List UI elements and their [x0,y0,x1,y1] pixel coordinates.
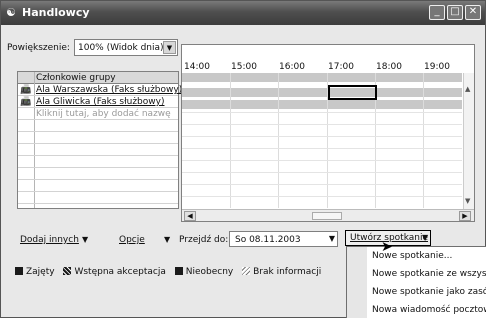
group-schedule-window: ☯ Handlowcy _ □ ✕ Powiększenie: 100% (Wi… [0,0,486,318]
vertical-scrollbar[interactable]: ▲ ▼ [463,73,474,209]
title-bar[interactable]: ☯ Handlowcy _ □ ✕ [1,1,485,25]
menu-item-new-mail[interactable]: Nowa wiadomość pocztowa... [347,301,486,318]
hour-label: 18:00 [376,62,402,72]
group-members-list: Członkowie grupy 📠 Ala Warszawska (Faks … [17,71,182,209]
tentative-swatch [63,267,72,275]
no-info-swatch [242,267,251,275]
add-member-row[interactable]: Kliknij tutaj, aby dodać nazwę [18,109,178,120]
horizontal-scrollbar[interactable]: ◀ ▶ [182,209,474,221]
legend-absent-label: Nieobecny [185,267,234,277]
row-gridline [182,148,462,149]
scroll-down-icon[interactable]: ▼ [465,197,470,205]
hour-label: 19:00 [424,62,450,72]
group-icon: ☯ [6,6,16,19]
scroll-left-icon[interactable]: ◀ [184,211,196,221]
legend-tentative: Wstępna akceptacja [63,267,166,277]
hour-gridline [278,73,279,208]
row-gridline [182,136,462,137]
empty-row [18,157,178,168]
row-gridline [182,124,462,125]
close-button[interactable]: ✕ [465,5,481,20]
chevron-down-icon[interactable]: ▼ [163,41,176,54]
scroll-up-icon[interactable]: ▲ [465,85,470,93]
add-name-hint[interactable]: Kliknij tutaj, aby dodać nazwę [36,109,171,120]
chevron-down-icon[interactable]: ▼ [329,234,335,243]
scroll-thumb[interactable] [312,212,342,220]
options-button[interactable]: Opcje ▼ [118,232,174,248]
menu-item-new-meeting[interactable]: Nowe spotkanie... [347,247,486,265]
all-attendees-bar [182,73,462,82]
legend-no-info-label: Brak informacji [253,267,322,277]
hour-label: 17:00 [328,62,354,72]
row-gridline [182,196,462,197]
row-gridline [182,112,462,113]
status-legend: Zajęty Wstępna akceptacja Nieobecny Brak… [15,267,327,277]
zoom-dropdown[interactable]: 100% (Widok dnia) ▼ [74,39,178,56]
member-busy-bar [182,88,462,97]
members-column-header: Członkowie grupy [18,72,178,84]
selected-time-slot[interactable] [328,85,377,100]
busy-swatch [15,267,23,275]
menu-item-label: Nowe spotkanie jako zasób... [372,287,486,297]
legend-tentative-label: Wstępna akceptacja [74,267,166,277]
member-name[interactable]: Ala Warszawska (Faks służbowy) [36,85,182,96]
legend-busy-label: Zajęty [26,267,55,277]
empty-row [18,121,178,132]
zoom-value: 100% (Widok dnia) [78,43,164,53]
freebusy-grid[interactable]: 14:00 15:00 16:00 17:00 18:00 19:00 ▲ ▼ … [181,44,475,222]
goto-date-field[interactable]: So 08.11.2003 ▼ [229,231,338,247]
row-gridline [182,184,462,185]
chevron-down-icon: ▼ [422,233,429,242]
empty-row [18,133,178,144]
row-gridline [182,160,462,161]
goto-label: Przejdź do: [179,235,229,245]
menu-item-new-meeting-resource[interactable]: Nowe spotkanie jako zasób... [347,283,486,301]
menu-item-label: Nowe spotkanie ze wszystkimi [372,269,486,279]
goto-date-value: So 08.11.2003 [235,235,301,245]
empty-row [18,145,178,156]
list-item[interactable]: 📠 Ala Warszawska (Faks służbowy) [18,85,182,96]
window-title: Handlowcy [22,6,90,19]
make-meeting-menu: Nowe spotkanie... Nowe spotkanie ze wszy… [346,246,486,318]
members-header-label: Członkowie grupy [36,73,116,83]
empty-row [18,169,178,180]
zoom-label: Powiększenie: [7,43,70,53]
fax-icon: 📠 [20,97,32,107]
menu-item-new-meeting-all[interactable]: Nowe spotkanie ze wszystkimi [347,265,486,283]
chevron-down-icon: ▼ [164,235,171,244]
mouse-cursor-icon: ➤ [381,239,393,255]
fax-icon: 📠 [20,85,32,95]
maximize-button[interactable]: □ [447,5,463,20]
add-others-label: Dodaj innych [20,235,79,245]
hour-label: 14:00 [184,62,210,72]
add-others-button[interactable]: Dodaj innych ▼ [19,232,91,248]
absent-swatch [174,267,183,275]
scroll-right-icon[interactable]: ▶ [459,211,471,221]
legend-no-info: Brak informacji [242,267,321,277]
member-busy-bar [182,100,462,109]
chevron-down-icon: ▼ [82,235,89,244]
legend-busy: Zajęty [15,267,55,277]
empty-row [18,193,178,204]
hour-label: 16:00 [279,62,305,72]
row-gridline [182,172,462,173]
menu-item-label: Nowa wiadomość pocztowa... [372,305,486,315]
legend-absent: Nieobecny [174,267,234,277]
minimize-button[interactable]: _ [429,5,445,20]
hour-gridline [423,73,424,208]
hour-gridline [230,73,231,208]
list-item[interactable]: 📠 Ala Gliwicka (Faks służbowy) [18,97,178,108]
member-name[interactable]: Ala Gliwicka (Faks służbowy) [36,97,164,108]
hour-label: 15:00 [231,62,257,72]
options-label: Opcje [119,235,145,245]
empty-row [18,181,178,192]
